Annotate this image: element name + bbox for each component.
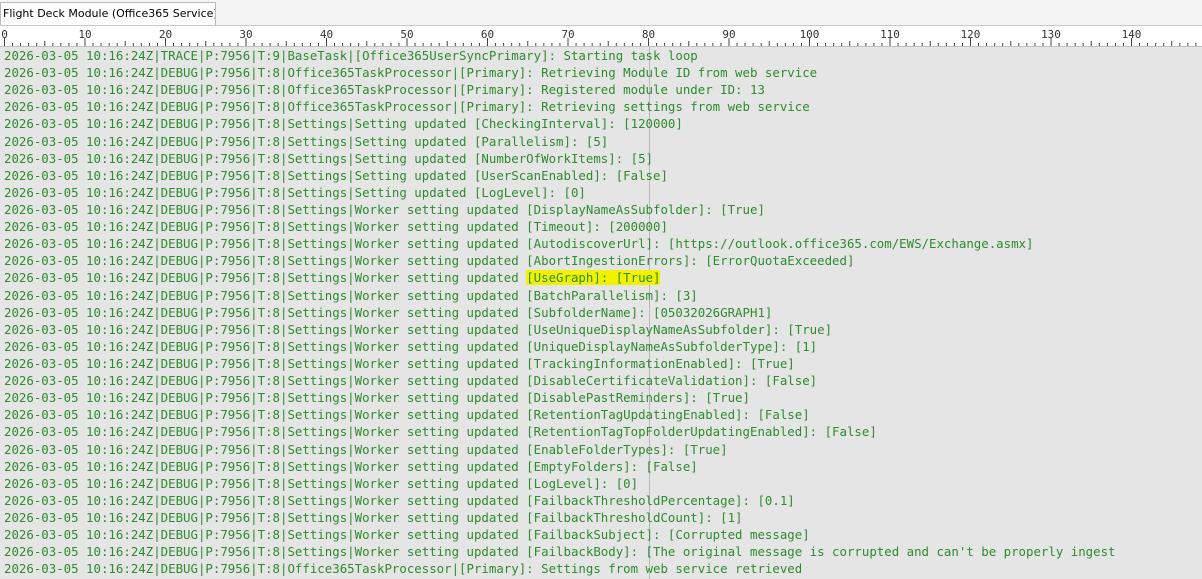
log-line-text: 2026-03-05 10:16:24Z|DEBUG|P:7956|T:8|Of…: [4, 82, 765, 98]
ruler-label: 30: [239, 28, 252, 41]
log-line: 2026-03-05 10:16:24Z|DEBUG|P:7956|T:8|Se…: [4, 492, 1116, 509]
log-line-text: 2026-03-05 10:16:24Z|DEBUG|P:7956|T:8|Se…: [4, 527, 810, 543]
log-line: 2026-03-05 10:16:24Z|DEBUG|P:7956|T:8|Se…: [4, 389, 1116, 406]
log-line: 2026-03-05 10:16:24Z|DEBUG|P:7956|T:8|Of…: [4, 98, 1116, 115]
ruler-label: 80: [642, 28, 655, 41]
log-line-text: 2026-03-05 10:16:24Z|DEBUG|P:7956|T:8|Se…: [4, 407, 810, 423]
log-line: 2026-03-05 10:16:24Z|DEBUG|P:7956|T:8|Se…: [4, 372, 1116, 389]
ruler-label: 140: [1122, 28, 1142, 41]
log-line: 2026-03-05 10:16:24Z|DEBUG|P:7956|T:8|Se…: [4, 338, 1116, 355]
log-line: 2026-03-05 10:16:24Z|DEBUG|P:7956|T:8|Se…: [4, 526, 1116, 543]
log-line-text: 2026-03-05 10:16:24Z|DEBUG|P:7956|T:8|Se…: [4, 253, 855, 269]
ruler-label: 20: [159, 28, 172, 41]
log-line: 2026-03-05 10:16:24Z|DEBUG|P:7956|T:8|Se…: [4, 167, 1116, 184]
log-line: 2026-03-05 10:16:24Z|DEBUG|P:7956|T:8|Se…: [4, 115, 1116, 132]
log-line-text: 2026-03-05 10:16:24Z|DEBUG|P:7956|T:8|Se…: [4, 236, 1034, 252]
log-line-text: 2026-03-05 10:16:24Z|DEBUG|P:7956|T:8|Se…: [4, 304, 773, 320]
ruler-label: 130: [1041, 28, 1061, 41]
log-line: 2026-03-05 10:16:24Z|DEBUG|P:7956|T:8|Of…: [4, 81, 1116, 98]
ruler-label: 50: [400, 28, 413, 41]
column-ruler: 0 10 20 30 40 50 60 70 80 90 100 110 120 130 140: [0, 26, 1202, 47]
log-line-text: 2026-03-05 10:16:24Z|DEBUG|P:7956|T:8|Se…: [4, 270, 527, 286]
tab-log-file[interactable]: Flight Deck Module (Office365 Service).l…: [0, 2, 216, 25]
log-line: 2026-03-05 10:16:24Z|DEBUG|P:7956|T:8|Se…: [4, 201, 1116, 218]
log-line-text: 2026-03-05 10:16:24Z|DEBUG|P:7956|T:8|Se…: [4, 355, 795, 371]
log-line-text: 2026-03-05 10:16:24Z|DEBUG|P:7956|T:8|Se…: [4, 458, 698, 474]
ruler-label: 70: [561, 28, 574, 41]
log-line-text: 2026-03-05 10:16:24Z|DEBUG|P:7956|T:8|Of…: [4, 561, 803, 577]
log-line-text: 2026-03-05 10:16:24Z|DEBUG|P:7956|T:8|Se…: [4, 321, 833, 337]
log-line-text: 2026-03-05 10:16:24Z|DEBUG|P:7956|T:8|Se…: [4, 201, 765, 217]
ruler-label: 120: [961, 28, 981, 41]
ruler-label: 60: [481, 28, 494, 41]
log-line: 2026-03-05 10:16:24Z|DEBUG|P:7956|T:8|Of…: [4, 560, 1116, 577]
ruler-label: 90: [722, 28, 735, 41]
log-line-text: 2026-03-05 10:16:24Z|DEBUG|P:7956|T:8|Se…: [4, 373, 818, 389]
log-line-text: 2026-03-05 10:16:24Z|DEBUG|P:7956|T:8|Se…: [4, 287, 698, 303]
log-line: 2026-03-05 10:16:24Z|DEBUG|P:7956|T:8|Se…: [4, 355, 1116, 372]
log-line-text: 2026-03-05 10:16:24Z|DEBUG|P:7956|T:8|Se…: [4, 184, 586, 200]
log-editor[interactable]: 2026-03-05 10:16:24Z|TRACE|P:7956|T:9|Ba…: [0, 47, 1202, 579]
log-line: 2026-03-05 10:16:24Z|DEBUG|P:7956|T:8|Se…: [4, 218, 1116, 235]
log-line: 2026-03-05 10:16:24Z|DEBUG|P:7956|T:8|Se…: [4, 509, 1116, 526]
ruler-label: 40: [320, 28, 333, 41]
log-line: 2026-03-05 10:16:24Z|DEBUG|P:7956|T:8|Se…: [4, 441, 1116, 458]
log-line: 2026-03-05 10:16:24Z|DEBUG|P:7956|T:8|Se…: [4, 235, 1116, 252]
log-line: 2026-03-05 10:16:24Z|DEBUG|P:7956|T:8|Se…: [4, 406, 1116, 423]
ruler-label: 0: [1, 28, 8, 41]
log-line: 2026-03-05 10:16:24Z|DEBUG|P:7956|T:8|Se…: [4, 304, 1116, 321]
ruler-label: 100: [800, 28, 820, 41]
ruler-label: 10: [78, 28, 91, 41]
log-line: 2026-03-05 10:16:24Z|DEBUG|P:7956|T:8|Se…: [4, 133, 1116, 150]
log-line-text: 2026-03-05 10:16:24Z|DEBUG|P:7956|T:8|Se…: [4, 338, 818, 354]
ruler-label: 110: [880, 28, 900, 41]
log-line-text: 2026-03-05 10:16:24Z|DEBUG|P:7956|T:8|Of…: [4, 99, 810, 115]
log-line-text: 2026-03-05 10:16:24Z|DEBUG|P:7956|T:8|Se…: [4, 475, 639, 491]
log-line-text: 2026-03-05 10:16:24Z|DEBUG|P:7956|T:8|Se…: [4, 544, 1116, 560]
log-line-text: 2026-03-05 10:16:24Z|DEBUG|P:7956|T:8|Se…: [4, 150, 654, 166]
log-line-text: 2026-03-05 10:16:24Z|DEBUG|P:7956|T:8|Of…: [4, 65, 818, 81]
log-line-text: 2026-03-05 10:16:24Z|TRACE|P:7956|T:9|Ba…: [4, 48, 698, 63]
log-line-text: 2026-03-05 10:16:24Z|DEBUG|P:7956|T:8|Se…: [4, 167, 668, 183]
ruler-scale: 0 10 20 30 40 50 60 70 80 90 100 110 120 130 140: [1, 28, 1197, 46]
log-line-text: 2026-03-05 10:16:24Z|DEBUG|P:7956|T:8|Se…: [4, 390, 750, 406]
log-lines: 2026-03-05 10:16:24Z|TRACE|P:7956|T:9|Ba…: [4, 47, 1116, 577]
log-line: 2026-03-05 10:16:24Z|DEBUG|P:7956|T:8|Se…: [4, 423, 1116, 440]
log-line: 2026-03-05 10:16:24Z|DEBUG|P:7956|T:8|Se…: [4, 252, 1116, 269]
log-line: 2026-03-05 10:16:24Z|DEBUG|P:7956|T:8|Se…: [4, 475, 1116, 492]
log-line-text: 2026-03-05 10:16:24Z|DEBUG|P:7956|T:8|Se…: [4, 424, 877, 440]
log-line: 2026-03-05 10:16:24Z|DEBUG|P:7956|T:8|Se…: [4, 184, 1116, 201]
log-line-text: 2026-03-05 10:16:24Z|DEBUG|P:7956|T:8|Se…: [4, 133, 609, 149]
log-line-text: 2026-03-05 10:16:24Z|DEBUG|P:7956|T:8|Se…: [4, 492, 795, 508]
log-line: 2026-03-05 10:16:24Z|DEBUG|P:7956|T:8|Se…: [4, 150, 1116, 167]
log-line-text: 2026-03-05 10:16:24Z|DEBUG|P:7956|T:8|Se…: [4, 116, 683, 132]
log-line: 2026-03-05 10:16:24Z|TRACE|P:7956|T:9|Ba…: [4, 47, 1116, 64]
log-line-text: 2026-03-05 10:16:24Z|DEBUG|P:7956|T:8|Se…: [4, 441, 728, 457]
log-line: 2026-03-05 10:16:24Z|DEBUG|P:7956|T:8|Of…: [4, 64, 1116, 81]
tab-bar: Flight Deck Module (Office365 Service).l…: [0, 0, 1202, 26]
log-line: 2026-03-05 10:16:24Z|DEBUG|P:7956|T:8|Se…: [4, 321, 1116, 338]
log-line: 2026-03-05 10:16:24Z|DEBUG|P:7956|T:8|Se…: [4, 543, 1116, 560]
log-line-text: 2026-03-05 10:16:24Z|DEBUG|P:7956|T:8|Se…: [4, 219, 668, 235]
highlighted-text: [UseGraph]: [True]: [526, 270, 661, 286]
log-line: 2026-03-05 10:16:24Z|DEBUG|P:7956|T:8|Se…: [4, 269, 1116, 286]
log-line-text: 2026-03-05 10:16:24Z|DEBUG|P:7956|T:8|Se…: [4, 509, 743, 525]
log-line: 2026-03-05 10:16:24Z|DEBUG|P:7956|T:8|Se…: [4, 287, 1116, 304]
log-line: 2026-03-05 10:16:24Z|DEBUG|P:7956|T:8|Se…: [4, 458, 1116, 475]
